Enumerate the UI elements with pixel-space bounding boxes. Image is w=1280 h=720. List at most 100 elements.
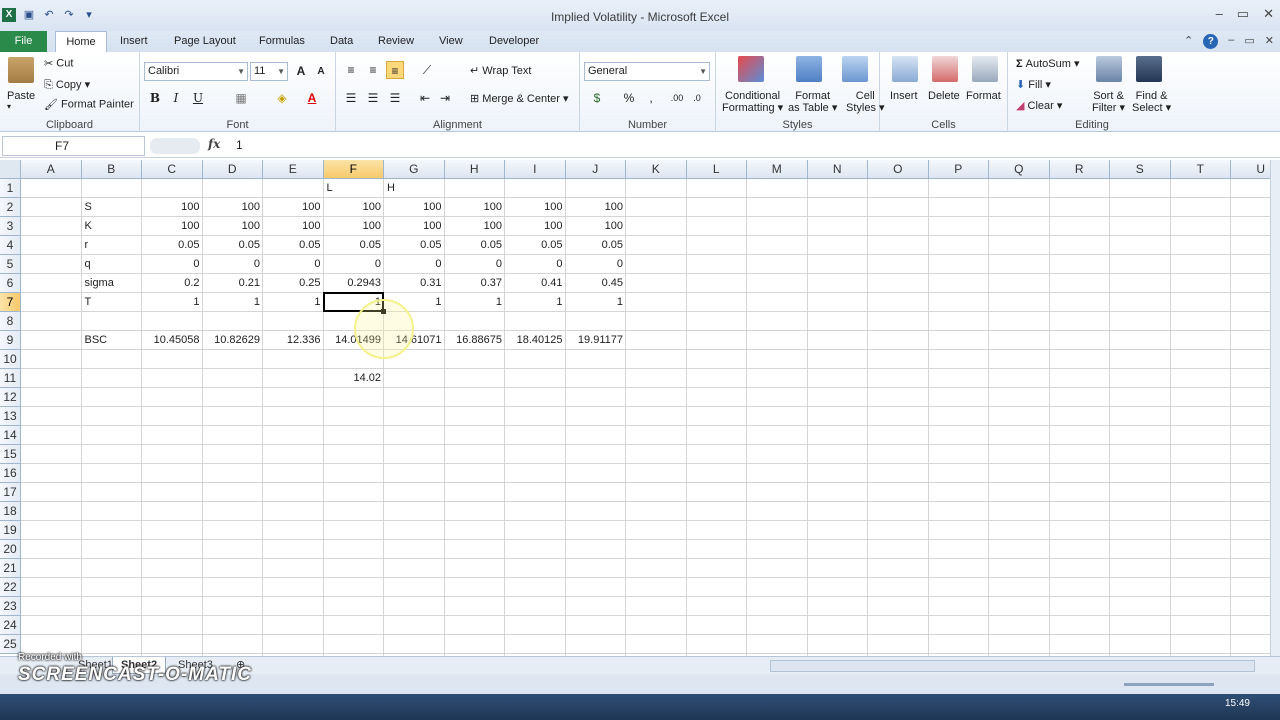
borders-icon[interactable]: ▦	[232, 89, 250, 107]
column-header-f[interactable]: F	[323, 160, 384, 179]
cell-d3[interactable]: 100	[203, 217, 264, 236]
cell-d4[interactable]: 0.05	[203, 236, 264, 255]
column-header-r[interactable]: R	[1049, 160, 1110, 179]
cell-i9[interactable]: 18.40125	[505, 331, 566, 350]
cell-d9[interactable]: 10.82629	[203, 331, 264, 350]
select-all-corner[interactable]	[0, 160, 21, 179]
column-header-t[interactable]: T	[1170, 160, 1231, 179]
row-header-3[interactable]: 3	[0, 217, 21, 236]
find-select-icon[interactable]	[1136, 56, 1162, 82]
tab-page-layout[interactable]: Page Layout	[174, 31, 236, 52]
format-cells-button[interactable]: Format	[966, 90, 1001, 102]
cell-d6[interactable]: 0.21	[203, 274, 264, 293]
italic-icon[interactable]: I	[167, 89, 185, 107]
vertical-scrollbar[interactable]	[1270, 160, 1280, 656]
row-header-24[interactable]: 24	[0, 616, 21, 635]
tab-review[interactable]: Review	[378, 31, 414, 52]
column-header-l[interactable]: L	[686, 160, 747, 179]
font-name-select[interactable]: Calibri ▼	[144, 62, 248, 81]
decrease-decimal-icon[interactable]: .0	[688, 89, 706, 107]
cell-g6[interactable]: 0.31	[384, 274, 445, 293]
tab-view[interactable]: View	[439, 31, 463, 52]
insert-cells-icon[interactable]	[892, 56, 918, 82]
cell-b7[interactable]: T	[82, 293, 143, 312]
cell-e2[interactable]: 100	[263, 198, 324, 217]
cell-c2[interactable]: 100	[142, 198, 203, 217]
cell-b3[interactable]: K	[82, 217, 143, 236]
cell-j9[interactable]: 19.91177	[566, 331, 627, 350]
column-header-j[interactable]: J	[565, 160, 626, 179]
format-painter-button[interactable]: 🖌 Format Painter	[44, 98, 134, 111]
cell-j2[interactable]: 100	[566, 198, 627, 217]
column-header-k[interactable]: K	[626, 160, 687, 179]
maximize-icon[interactable]: ▭	[1237, 6, 1249, 22]
row-header-23[interactable]: 23	[0, 597, 21, 616]
cell-g1[interactable]: H	[384, 179, 445, 198]
tab-formulas[interactable]: Formulas	[259, 31, 305, 52]
cell-f3[interactable]: 100	[324, 217, 385, 236]
minimize-icon[interactable]: –	[1216, 6, 1223, 22]
top-align-icon[interactable]: ≡	[342, 61, 360, 79]
sort-filter-button[interactable]: Sort & Filter ▾	[1092, 90, 1125, 114]
middle-align-icon[interactable]: ≡	[364, 61, 382, 79]
tab-insert[interactable]: Insert	[120, 31, 148, 52]
cell-i5[interactable]: 0	[505, 255, 566, 274]
cell-styles-icon[interactable]	[842, 56, 868, 82]
insert-function-icon[interactable]: fx	[208, 137, 220, 151]
copy-button[interactable]: ⎘ Copy ▾	[44, 78, 90, 92]
underline-icon[interactable]: U	[189, 89, 207, 107]
cell-h5[interactable]: 0	[445, 255, 506, 274]
paste-icon[interactable]	[8, 57, 34, 83]
cell-f11[interactable]: 14.02	[324, 369, 385, 388]
cell-e5[interactable]: 0	[263, 255, 324, 274]
help-icon[interactable]: ?	[1203, 34, 1219, 49]
row-header-9[interactable]: 9	[0, 331, 21, 350]
decrease-indent-icon[interactable]: ⇤	[416, 89, 434, 107]
column-header-i[interactable]: I	[505, 160, 566, 179]
clear-button[interactable]: ◢ Clear ▾	[1016, 99, 1062, 112]
format-as-table-button[interactable]: Format as Table ▾	[788, 90, 837, 114]
cell-e3[interactable]: 100	[263, 217, 324, 236]
format-cells-icon[interactable]	[972, 56, 998, 82]
row-header-13[interactable]: 13	[0, 407, 21, 426]
number-format-select[interactable]: General ▼	[584, 62, 710, 81]
formula-input[interactable]: 1	[236, 138, 243, 152]
percent-style-icon[interactable]: %	[620, 89, 638, 107]
cell-g2[interactable]: 100	[384, 198, 445, 217]
cell-c4[interactable]: 0.05	[142, 236, 203, 255]
column-header-d[interactable]: D	[202, 160, 263, 179]
worksheet-grid[interactable]: A B C D E F G H I J K L M N O P Q R S T U 1 2 3 4 5 6 7 8 9 10 11 12 13 14…	[0, 160, 1270, 656]
fill-button[interactable]: ⬇ Fill ▾	[1016, 78, 1051, 91]
cell-g5[interactable]: 0	[384, 255, 445, 274]
row-header-19[interactable]: 19	[0, 521, 21, 540]
column-header-q[interactable]: Q	[989, 160, 1050, 179]
cell-d5[interactable]: 0	[203, 255, 264, 274]
increase-indent-icon[interactable]: ⇥	[436, 89, 454, 107]
cell-h3[interactable]: 100	[445, 217, 506, 236]
font-color-icon[interactable]: A	[303, 89, 321, 107]
horizontal-scrollbar[interactable]	[770, 660, 1255, 672]
delete-cells-icon[interactable]	[932, 56, 958, 82]
cell-j7[interactable]: 1	[566, 293, 627, 312]
bold-icon[interactable]: B	[146, 89, 164, 107]
name-box[interactable]: F7	[2, 136, 145, 156]
align-right-icon[interactable]: ☰	[386, 89, 404, 107]
row-header-10[interactable]: 10	[0, 350, 21, 369]
align-left-icon[interactable]: ☰	[342, 89, 360, 107]
merge-center-button[interactable]: ⊞ Merge & Center ▾	[470, 92, 569, 105]
cell-d2[interactable]: 100	[203, 198, 264, 217]
font-size-select[interactable]: 11 ▼	[250, 62, 288, 81]
cell-j5[interactable]: 0	[566, 255, 627, 274]
cell-j3[interactable]: 100	[566, 217, 627, 236]
cell-h4[interactable]: 0.05	[445, 236, 506, 255]
tab-file[interactable]: File	[0, 31, 47, 52]
row-header-4[interactable]: 4	[0, 236, 21, 255]
cell-b4[interactable]: r	[82, 236, 143, 255]
workbook-restore-icon[interactable]: ▭	[1244, 34, 1254, 49]
column-header-g[interactable]: G	[384, 160, 445, 179]
row-header-14[interactable]: 14	[0, 426, 21, 445]
cell-c3[interactable]: 100	[142, 217, 203, 236]
cell-c9[interactable]: 10.45058	[142, 331, 203, 350]
cell-h6[interactable]: 0.37	[445, 274, 506, 293]
cell-h2[interactable]: 100	[445, 198, 506, 217]
